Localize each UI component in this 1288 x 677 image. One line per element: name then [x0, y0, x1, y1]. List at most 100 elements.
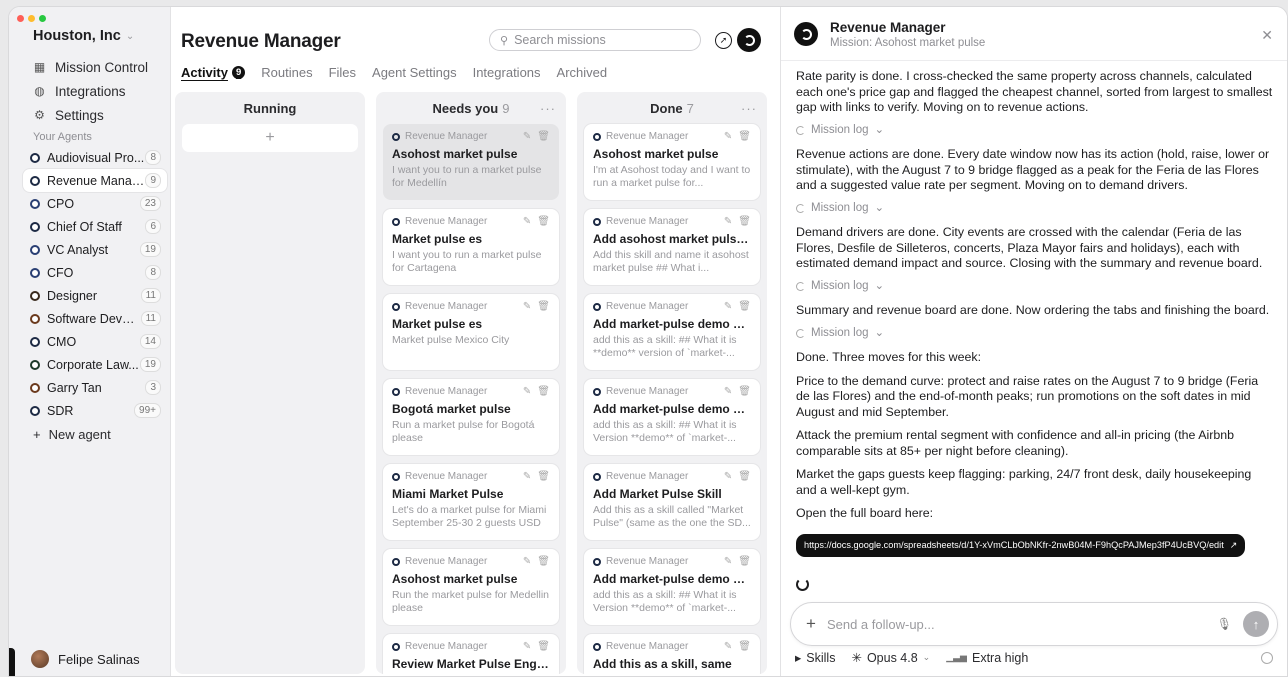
tab-routines[interactable]: Routines — [261, 65, 312, 80]
chat-thread: Rate parity is done. I cross-checked the… — [796, 69, 1274, 557]
edit-icon[interactable]: ✎ — [523, 386, 531, 397]
sidebar-agent-item[interactable]: VC Analyst 19 — [23, 238, 167, 261]
edit-icon[interactable]: ✎ — [724, 471, 732, 482]
edit-icon[interactable]: ✎ — [523, 641, 531, 652]
agent-name: Designer — [47, 288, 98, 303]
skills-toggle[interactable]: ▸ Skills — [795, 650, 835, 666]
mission-card[interactable]: Revenue Manager ✎ 🗑 Add this as a skill, sa… — [584, 634, 760, 674]
edit-icon[interactable]: ✎ — [724, 301, 732, 312]
mission-card[interactable]: Revenue Manager ✎ 🗑 Review Market Pulse Eng… — [383, 634, 559, 674]
edit-icon[interactable]: ✎ — [724, 556, 732, 567]
mission-card[interactable]: Revenue Manager ✎ 🗑 Asohost market pulse I w… — [383, 124, 559, 200]
mission-log-toggle[interactable]: Mission log ⌄ — [796, 201, 1274, 217]
edit-icon[interactable]: ✎ — [724, 386, 732, 397]
edit-icon[interactable]: ✎ — [523, 216, 531, 227]
close-window-button[interactable] — [17, 15, 24, 22]
send-button[interactable]: ↑ — [1243, 611, 1269, 637]
edit-icon[interactable]: ✎ — [523, 471, 531, 482]
close-icon[interactable]: ✕ — [1261, 27, 1273, 44]
trash-icon[interactable]: 🗑 — [537, 301, 550, 312]
tab-files[interactable]: Files — [329, 65, 356, 80]
trash-icon[interactable]: 🗑 — [738, 386, 751, 397]
sidebar-agent-item[interactable]: Corporate Law... 19 — [23, 353, 167, 376]
trash-icon[interactable]: 🗑 — [738, 471, 751, 482]
tab-agent-settings[interactable]: Agent Settings — [372, 65, 457, 80]
agent-status-icon — [30, 198, 40, 209]
user-name: Felipe Salinas — [58, 651, 140, 667]
model-selector[interactable]: ✳ Opus 4.8 ⌄ — [851, 650, 930, 666]
trash-icon[interactable]: 🗑 — [537, 386, 550, 397]
sidebar-agent-item[interactable]: CFO 8 — [23, 261, 167, 284]
trash-icon[interactable]: 🗑 — [738, 556, 751, 567]
mission-card[interactable]: Revenue Manager ✎ 🗑 Asohost market pulse Run… — [383, 549, 559, 625]
mission-card[interactable]: Revenue Manager ✎ 🗑 Add market-pulse demo s… — [584, 379, 760, 455]
sidebar-agent-item[interactable]: Garry Tan 3 — [23, 376, 167, 399]
effort-selector[interactable]: ▁▃▅ Extra high — [946, 651, 1028, 665]
progress-icon — [796, 328, 805, 338]
edit-icon[interactable]: ✎ — [523, 556, 531, 567]
sidebar-agent-item[interactable]: Software Devel... 11 — [23, 307, 167, 330]
tab-archived[interactable]: Archived — [557, 65, 608, 80]
status-circle-icon[interactable] — [1261, 652, 1273, 664]
board-link[interactable]: https://docs.google.com/spreadsheets/d/1… — [796, 533, 1246, 557]
brand-logo-icon[interactable] — [737, 28, 761, 52]
edit-icon[interactable]: ✎ — [724, 641, 732, 652]
sidebar-agent-item[interactable]: CPO 23 — [23, 192, 167, 215]
mission-log-toggle[interactable]: Mission log ⌄ — [796, 279, 1274, 295]
follow-up-input[interactable]: Send a follow-up... — [827, 617, 1206, 632]
more-icon[interactable]: ··· — [741, 101, 757, 116]
mission-card[interactable]: Revenue Manager ✎ 🗑 Add asohost market puls… — [584, 209, 760, 285]
compass-icon[interactable]: ➚ — [715, 32, 732, 49]
trash-icon[interactable]: 🗑 — [537, 556, 550, 567]
search-placeholder: Search missions — [514, 33, 606, 47]
card-actions: ✎ 🗑 — [523, 556, 550, 567]
trash-icon[interactable]: 🗑 — [537, 471, 550, 482]
trash-icon[interactable]: 🗑 — [738, 216, 751, 227]
sidebar-item-settings[interactable]: ⚙ Settings — [25, 103, 165, 127]
agent-count-badge: 14 — [139, 334, 161, 349]
mission-card[interactable]: Revenue Manager ✎ 🗑 Market pulse es Market p… — [383, 294, 559, 370]
tab-activity[interactable]: Activity 9 — [181, 65, 246, 80]
trash-icon[interactable]: 🗑 — [738, 301, 751, 312]
plus-icon[interactable]: + — [806, 614, 816, 634]
sidebar-agent-item[interactable]: Audiovisual Pro... 8 — [23, 146, 167, 169]
add-mission-button[interactable]: + — [182, 124, 358, 152]
mission-log-toggle[interactable]: Mission log ⌄ — [796, 123, 1274, 139]
minimize-window-button[interactable] — [28, 15, 35, 22]
sidebar-agent-item[interactable]: SDR 99+ — [23, 399, 167, 422]
new-agent-button[interactable]: + New agent — [23, 422, 167, 446]
sidebar-agent-item[interactable]: CMO 14 — [23, 330, 167, 353]
trash-icon[interactable]: 🗑 — [537, 641, 550, 652]
follow-up-composer[interactable]: + Send a follow-up... 🎙 ↑ — [790, 602, 1278, 646]
mission-card[interactable]: Revenue Manager ✎ 🗑 Add Market Pulse Skill A… — [584, 464, 760, 540]
user-profile[interactable]: Felipe Salinas — [31, 650, 140, 668]
edit-icon[interactable]: ✎ — [523, 131, 531, 142]
edit-icon[interactable]: ✎ — [523, 301, 531, 312]
sidebar-item-mission-control[interactable]: ▦ Mission Control — [25, 55, 165, 79]
trash-icon[interactable]: 🗑 — [537, 131, 550, 142]
tab-integrations[interactable]: Integrations — [473, 65, 541, 80]
edit-icon[interactable]: ✎ — [724, 131, 732, 142]
search-input[interactable]: ⚲ Search missions — [489, 29, 701, 51]
sidebar-item-integrations[interactable]: ◍ Integrations — [25, 79, 165, 103]
microphone-icon[interactable]: 🎙 — [1217, 617, 1232, 631]
mission-log-toggle[interactable]: Mission log ⌄ — [796, 326, 1274, 342]
org-switcher[interactable]: Houston, Inc ⌄ — [33, 28, 134, 44]
edit-icon[interactable]: ✎ — [724, 216, 732, 227]
trash-icon[interactable]: 🗑 — [537, 216, 550, 227]
trash-icon[interactable]: 🗑 — [738, 641, 751, 652]
mission-card[interactable]: Revenue Manager ✎ 🗑 Add market-pulse demo s… — [584, 549, 760, 625]
mission-card[interactable]: Revenue Manager ✎ 🗑 Bogotá market pulse Run … — [383, 379, 559, 455]
chat-message: Open the full board here: — [796, 506, 934, 520]
more-icon[interactable]: ··· — [540, 101, 556, 116]
mission-card[interactable]: Revenue Manager ✎ 🗑 Add market-pulse demo s… — [584, 294, 760, 370]
sidebar-agent-item[interactable]: Chief Of Staff 6 — [23, 215, 167, 238]
card-source: Revenue Manager — [405, 131, 488, 142]
mission-card[interactable]: Revenue Manager ✎ 🗑 Market pulse es I want y… — [383, 209, 559, 285]
sidebar-agent-item[interactable]: Revenue Manag... 9 — [23, 169, 167, 192]
trash-icon[interactable]: 🗑 — [738, 131, 751, 142]
mission-card[interactable]: Revenue Manager ✎ 🗑 Miami Market Pulse Let's… — [383, 464, 559, 540]
zoom-window-button[interactable] — [39, 15, 46, 22]
mission-card[interactable]: Revenue Manager ✎ 🗑 Asohost market pulse I'm… — [584, 124, 760, 200]
sidebar-agent-item[interactable]: Designer 11 — [23, 284, 167, 307]
